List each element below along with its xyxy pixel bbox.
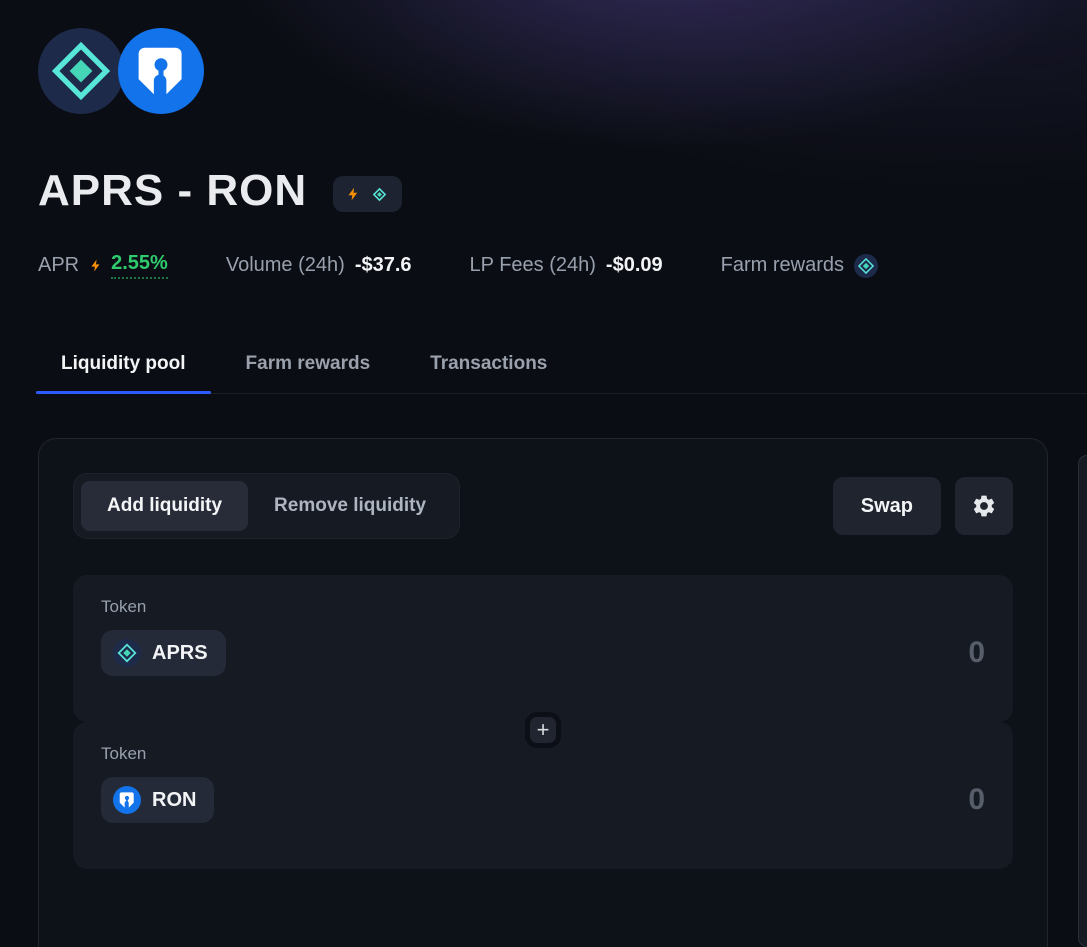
bolt-icon bbox=[348, 187, 358, 201]
aprs-badge-icon bbox=[372, 187, 387, 201]
token-chip-ron[interactable]: RON bbox=[101, 777, 215, 823]
tab-bar: Liquidity pool Farm rewards Transactions bbox=[36, 353, 1087, 394]
stat-value-volume: -$37.6 bbox=[354, 254, 412, 276]
liquidity-mode-toggle: Add liquidity Remove liquidity bbox=[73, 473, 461, 539]
card-toolbar: Add liquidity Remove liquidity Swap bbox=[73, 473, 1013, 539]
plus-icon: + bbox=[536, 717, 550, 742]
aprs-token-icon bbox=[38, 28, 124, 114]
liquidity-card: Add liquidity Remove liquidity Swap Toke… bbox=[38, 438, 1048, 947]
stat-label: Farm rewards bbox=[720, 254, 844, 276]
add-liquidity-button[interactable]: Add liquidity bbox=[81, 481, 249, 531]
stat-value-apr[interactable]: 2.55% bbox=[111, 252, 168, 279]
amount-input-ron[interactable]: 0 bbox=[968, 783, 985, 817]
stats-row: APR 2.55% Volume (24h) -$37.6 LP Fees (2… bbox=[38, 252, 1087, 279]
aprs-token-icon bbox=[113, 639, 141, 667]
token-input-aprs: Token APRS 0 bbox=[73, 575, 1013, 722]
pool-page: APRS - RON APR 2.55% Volume (24h) -$37.6… bbox=[0, 0, 1087, 947]
token-row: RON 0 bbox=[101, 777, 985, 823]
stat-apr: APR 2.55% bbox=[38, 252, 168, 279]
stat-label: Volume (24h) bbox=[225, 254, 345, 276]
gear-icon bbox=[973, 495, 995, 517]
title-row: APRS - RON bbox=[38, 166, 1087, 216]
stat-label: LP Fees (24h) bbox=[469, 254, 596, 276]
stat-volume: Volume (24h) -$37.6 bbox=[226, 254, 412, 277]
swap-button[interactable]: Swap bbox=[832, 477, 941, 535]
bolt-icon bbox=[91, 259, 100, 272]
ron-token-icon bbox=[113, 786, 141, 814]
pair-icons bbox=[38, 28, 238, 114]
stat-farm-rewards: Farm rewards bbox=[720, 253, 878, 278]
token-input-boxes: Token APRS 0 + Token RON 0 bbox=[73, 575, 1013, 869]
stat-label: APR bbox=[38, 254, 80, 276]
add-token-plus-button[interactable]: + bbox=[525, 712, 561, 748]
tab-transactions[interactable]: Transactions bbox=[405, 353, 572, 393]
pair-title: APRS - RON bbox=[38, 166, 308, 215]
amount-input-aprs[interactable]: 0 bbox=[968, 636, 985, 670]
token-chip-aprs[interactable]: APRS bbox=[101, 630, 226, 676]
token-row: APRS 0 bbox=[101, 630, 985, 676]
remove-liquidity-button[interactable]: Remove liquidity bbox=[248, 481, 452, 531]
settings-button[interactable] bbox=[955, 477, 1013, 535]
ron-token-icon bbox=[118, 28, 204, 114]
side-panel-peek bbox=[1078, 455, 1087, 947]
stat-lp-fees: LP Fees (24h) -$0.09 bbox=[470, 254, 663, 277]
stat-value-lp-fees: -$0.09 bbox=[605, 254, 663, 276]
aprs-token-icon bbox=[853, 253, 878, 278]
pair-badge bbox=[333, 176, 403, 212]
token-name: RON bbox=[152, 788, 197, 811]
toolbar-right: Swap bbox=[832, 477, 1013, 535]
token-label: Token bbox=[101, 597, 147, 616]
token-name: APRS bbox=[152, 641, 208, 664]
tab-liquidity-pool[interactable]: Liquidity pool bbox=[36, 353, 211, 394]
tab-farm-rewards[interactable]: Farm rewards bbox=[221, 353, 396, 393]
